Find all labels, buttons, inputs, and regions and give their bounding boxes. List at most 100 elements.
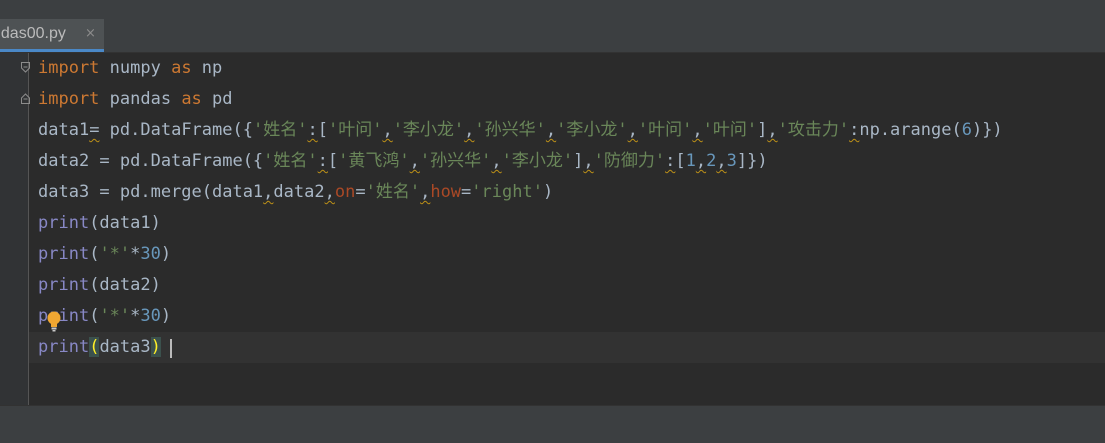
code-token: import bbox=[38, 58, 100, 78]
code-token: ] bbox=[573, 151, 584, 171]
code-token: print bbox=[38, 213, 90, 233]
code-token: data3 bbox=[99, 337, 151, 357]
code-token: '叶问' bbox=[702, 120, 758, 140]
code-token: print bbox=[38, 337, 90, 357]
code-token: 2 bbox=[706, 151, 717, 171]
editor-tab-bar: ndas00.py × bbox=[0, 19, 1105, 53]
code-line[interactable]: import numpy as np bbox=[38, 53, 1003, 84]
lightbulb-icon[interactable] bbox=[47, 311, 61, 333]
code-token: , bbox=[627, 120, 638, 140]
code-line[interactable]: print(data3) bbox=[38, 332, 1003, 363]
code-token: : bbox=[849, 120, 860, 140]
code-token: , bbox=[420, 182, 431, 202]
code-token: ] bbox=[757, 120, 768, 140]
code-token: 30 bbox=[140, 306, 161, 326]
code-line[interactable]: print('*'*30) bbox=[38, 239, 1003, 270]
code-token: print bbox=[38, 306, 90, 326]
bottom-panel-bar bbox=[0, 405, 1105, 443]
code-token: ]}) bbox=[736, 151, 768, 171]
code-editor[interactable]: import numpy as np import pandas as pd dat… bbox=[0, 53, 1105, 405]
code-token: pandas bbox=[99, 89, 182, 109]
code-token: [ bbox=[675, 151, 686, 171]
code-token: ( bbox=[89, 337, 100, 357]
code-token: , bbox=[491, 151, 502, 171]
code-line[interactable]: print(data1) bbox=[38, 208, 1003, 239]
code-token: : bbox=[317, 151, 328, 171]
code-line[interactable]: print('*'*30) bbox=[38, 301, 1003, 332]
code-token: '姓名' bbox=[252, 120, 308, 140]
code-token: , bbox=[692, 120, 703, 140]
editor-gutter bbox=[0, 53, 30, 405]
code-token: print bbox=[38, 244, 90, 264]
code-token: '姓名' bbox=[263, 151, 318, 171]
code-token: , bbox=[695, 151, 707, 171]
code-token: '孙兴华' bbox=[474, 120, 546, 140]
code-token: , bbox=[409, 151, 420, 171]
code-token: data2 bbox=[273, 182, 325, 202]
code-token: '黄飞鸿' bbox=[338, 151, 410, 171]
code-token: as bbox=[171, 58, 192, 78]
code-token: [ bbox=[327, 151, 339, 171]
code-line[interactable]: print(data2) bbox=[38, 270, 1003, 301]
code-token: ( bbox=[89, 306, 100, 326]
code-token: 3 bbox=[726, 151, 737, 171]
tab-filename: ndas00.py bbox=[0, 25, 66, 42]
code-token: '李小龙' bbox=[501, 151, 574, 171]
code-token: how bbox=[430, 182, 462, 202]
code-line[interactable]: data2 = pd.DataFrame({'姓名':['黄飞鸿','孙兴华',… bbox=[38, 146, 1003, 177]
code-token: (data1) bbox=[89, 213, 161, 233]
code-token: pd.DataFrame({ bbox=[99, 120, 253, 140]
code-line[interactable]: data1= pd.DataFrame({'姓名':['叶问','李小龙','孙… bbox=[38, 115, 1003, 146]
code-token: data3 = pd.merge(data1 bbox=[38, 182, 264, 202]
code-token: = bbox=[355, 182, 366, 202]
code-token: = bbox=[89, 120, 100, 140]
code-token: as bbox=[181, 89, 202, 109]
code-token: np bbox=[191, 58, 223, 78]
code-token: , bbox=[545, 120, 557, 140]
code-token: * bbox=[130, 244, 141, 264]
code-line[interactable]: import pandas as pd bbox=[38, 84, 1003, 115]
code-token: 'right' bbox=[471, 182, 543, 202]
code-token: print bbox=[38, 275, 90, 295]
code-token: , bbox=[583, 151, 594, 171]
code-token: ( bbox=[89, 244, 100, 264]
code-token: , bbox=[382, 120, 393, 140]
code-token: , bbox=[464, 120, 475, 140]
code-token: )}) bbox=[971, 120, 1003, 140]
code-token: '姓名' bbox=[365, 182, 421, 202]
code-token: np.arange( bbox=[859, 120, 962, 140]
code-token: * bbox=[130, 306, 141, 326]
code-token: pd bbox=[201, 89, 233, 109]
code-token: '防御力' bbox=[593, 151, 666, 171]
code-token: ) bbox=[150, 337, 161, 357]
code-token: [ bbox=[317, 120, 328, 140]
code-lines[interactable]: import numpy as np import pandas as pd dat… bbox=[38, 53, 1003, 363]
code-token: data2 = pd.DataFrame({ bbox=[38, 151, 264, 171]
code-line[interactable]: data3 = pd.merge(data1,data2,on='姓名',how… bbox=[38, 177, 1003, 208]
code-token: on bbox=[334, 182, 356, 202]
code-token: (data2) bbox=[89, 275, 161, 295]
code-token: '孙兴华' bbox=[419, 151, 492, 171]
fold-marker-icon[interactable] bbox=[21, 62, 30, 73]
code-token: '*' bbox=[99, 244, 131, 264]
code-token: ) bbox=[160, 244, 172, 264]
code-token: = bbox=[461, 182, 472, 202]
code-token: , bbox=[716, 151, 727, 171]
fold-marker-icon[interactable] bbox=[21, 93, 30, 104]
code-token: '攻击力' bbox=[777, 120, 850, 140]
code-token: '叶问' bbox=[327, 120, 383, 140]
code-token: , bbox=[263, 182, 274, 202]
tab-pandas00-py[interactable]: ndas00.py × bbox=[0, 19, 104, 52]
code-token: : bbox=[307, 120, 318, 140]
text-cursor bbox=[170, 339, 172, 358]
code-token: data1 bbox=[38, 120, 90, 140]
code-token: ) bbox=[160, 306, 172, 326]
code-token: numpy bbox=[99, 58, 172, 78]
code-token: , bbox=[767, 120, 778, 140]
code-token: '李小龙' bbox=[392, 120, 465, 140]
code-token: 6 bbox=[961, 120, 972, 140]
code-token: '叶问' bbox=[637, 120, 693, 140]
code-token: : bbox=[665, 151, 676, 171]
close-tab-icon[interactable]: × bbox=[85, 26, 96, 41]
code-token: '*' bbox=[99, 306, 131, 326]
